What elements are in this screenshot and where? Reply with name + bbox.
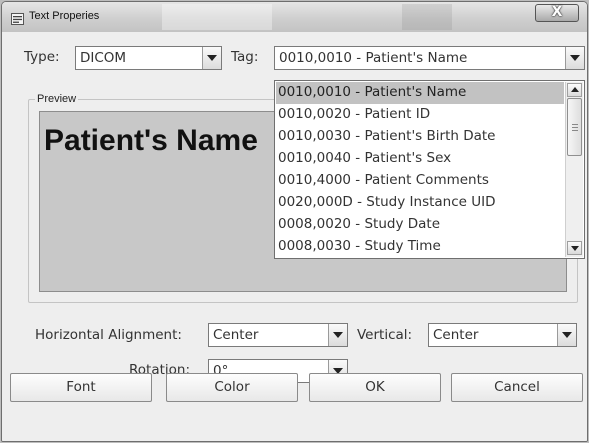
tag-dropdown-list[interactable]: 0010,0010 - Patient's Name 0010,0020 - P… [274,80,585,259]
scrollbar-thumb[interactable] [567,98,582,156]
close-button[interactable]: X [535,4,579,22]
tag-select[interactable]: 0010,0010 - Patient's Name [274,46,585,70]
preview-text: Patient's Name [44,124,258,157]
chevron-down-icon[interactable] [565,47,584,69]
preview-legend: Preview [35,93,79,105]
horizontal-alignment-value: Center [213,327,259,343]
text-properties-icon [11,10,24,25]
dropdown-option[interactable]: 0008,0030 - Study Time [276,236,564,258]
color-button[interactable]: Color [166,373,298,402]
title-bar-glare [402,4,452,30]
chevron-down-icon[interactable] [202,47,221,69]
ok-button[interactable]: OK [309,373,441,402]
scroll-up-icon[interactable] [567,83,582,97]
text-properties-dialog: Text Properies X Type: DICOM Tag: 0010,0… [1,1,588,442]
title-bar-glare [162,4,272,30]
chevron-down-icon[interactable] [557,324,576,346]
dropdown-option[interactable]: 0010,0020 - Patient ID [276,104,564,126]
horizontal-alignment-select[interactable]: Center [208,323,348,347]
type-select[interactable]: DICOM [75,46,222,70]
tag-label: Tag: [231,49,259,65]
title-bar[interactable]: Text Properies X [2,2,587,33]
dropdown-option[interactable]: 0010,0030 - Patient's Birth Date [276,126,564,148]
type-select-value: DICOM [80,50,127,66]
dropdown-scrollbar[interactable] [565,82,583,257]
cancel-button[interactable]: Cancel [451,373,583,402]
tag-select-value: 0010,0010 - Patient's Name [279,50,468,66]
scroll-down-icon[interactable] [567,241,582,255]
dropdown-option[interactable]: 0020,000D - Study Instance UID [276,192,564,214]
vertical-alignment-select[interactable]: Center [428,323,577,347]
horizontal-alignment-label: Horizontal Alignment: [35,327,182,343]
dropdown-option[interactable]: 0010,0040 - Patient's Sex [276,148,564,170]
dialog-content: Type: DICOM Tag: 0010,0010 - Patient's N… [2,32,587,441]
chevron-down-icon[interactable] [328,324,347,346]
vertical-alignment-value: Center [433,327,479,343]
window-title: Text Properies [29,10,100,22]
type-label: Type: [24,49,60,65]
close-icon: X [551,4,563,20]
vertical-alignment-label: Vertical: [357,327,413,343]
dropdown-option[interactable]: 0010,0010 - Patient's Name [276,82,564,104]
font-button[interactable]: Font [10,373,152,402]
dropdown-option[interactable]: 0010,4000 - Patient Comments [276,170,564,192]
dropdown-option[interactable]: 0008,0020 - Study Date [276,214,564,236]
